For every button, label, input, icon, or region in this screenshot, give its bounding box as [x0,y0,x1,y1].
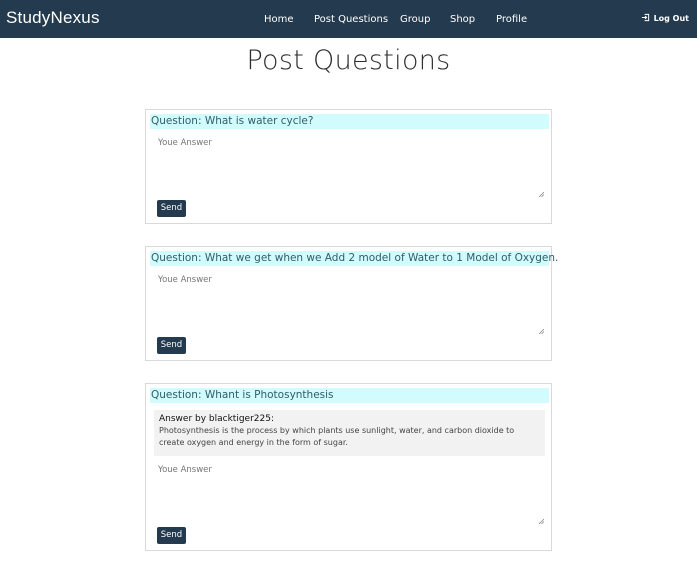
answer-text: Photosynthesis is the process by which p… [159,426,515,447]
answer-item: Answer by blacktiger225: Photosynthesis … [154,410,545,456]
answer-input[interactable] [154,134,545,200]
question-heading: Question: Whant is Photosynthesis [150,388,549,403]
logout-button[interactable]: Log Out [641,13,689,24]
question-heading: Question: What is water cycle? [150,114,549,129]
nav-home[interactable]: Home [264,14,294,25]
question-card: Question: Whant is Photosynthesis Answer… [145,383,552,551]
question-heading: Question: What we get when we Add 2 mode… [150,251,559,266]
question-card: Question: What is water cycle? Send [145,109,552,224]
nav-links: Home Post Questions Group Shop Profile [0,0,697,38]
nav-group[interactable]: Group [400,14,430,25]
logout-label: Log Out [653,14,689,23]
send-button[interactable]: Send [157,337,186,354]
answer-input[interactable] [154,461,545,527]
top-navbar: StudyNexus Home Post Questions Group Sho… [0,0,697,38]
send-button[interactable]: Send [157,200,186,217]
resize-grip-icon[interactable] [539,519,544,524]
question-card: Question: What we get when we Add 2 mode… [145,246,559,361]
resize-grip-icon[interactable] [539,192,544,197]
nav-profile[interactable]: Profile [496,14,527,25]
nav-post-questions[interactable]: Post Questions [314,14,388,25]
nav-shop[interactable]: Shop [450,14,475,25]
resize-grip-icon[interactable] [539,329,544,334]
send-button[interactable]: Send [157,527,186,544]
page-title: Post Questions [246,45,451,76]
logout-icon [641,13,650,24]
answer-author: Answer by blacktiger225: [159,414,274,424]
answer-input[interactable] [154,271,545,337]
